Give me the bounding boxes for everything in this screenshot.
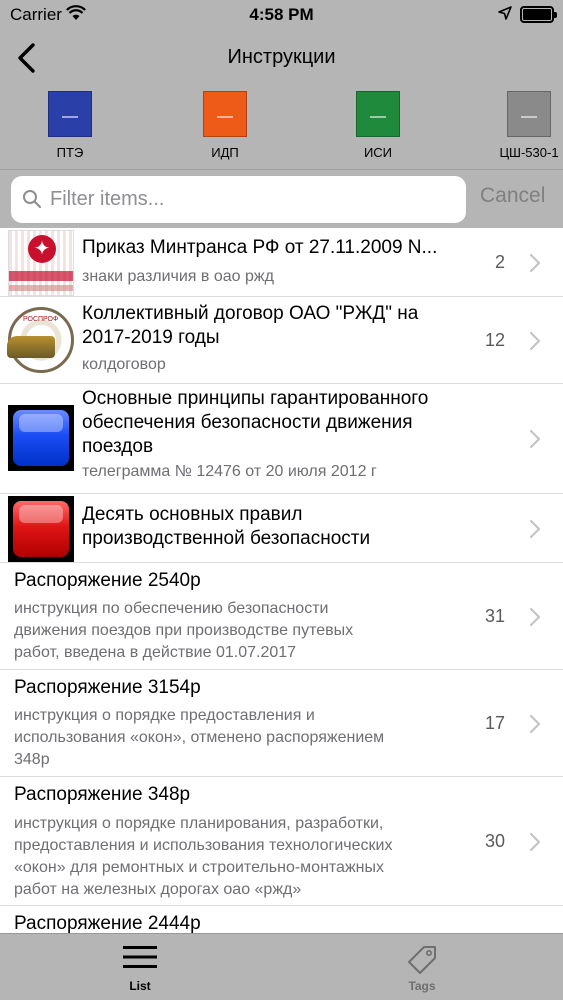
list-item-title: производственной безопасности bbox=[82, 528, 371, 549]
instructions-list[interactable]: Приказ Минтранса РФ от 27.11.2009 N... зн… bbox=[0, 228, 563, 933]
orders-emblem-icon bbox=[8, 230, 74, 296]
list-item-subtitle: 348р bbox=[14, 751, 50, 768]
red-square-icon bbox=[8, 496, 74, 562]
status-bar: Carrier 4:58 PM bbox=[0, 0, 563, 30]
list-item[interactable]: Приказ Минтранса РФ от 27.11.2009 N... зн… bbox=[0, 228, 563, 297]
list-item-title: Распоряжение 2444р bbox=[14, 913, 201, 933]
cancel-button[interactable]: Cancel bbox=[480, 184, 545, 208]
list-item-subtitle: использования «окон», отменено распоряже… bbox=[14, 729, 385, 746]
blue-square-icon bbox=[8, 405, 74, 471]
doc-strip-label: ИСИ bbox=[363, 145, 393, 160]
list-item-subtitle: работ на железных дорогах оао «ржд» bbox=[14, 881, 302, 898]
document-strip: ПТЭ ИДП ИСИ ЦШ-530-1 bbox=[0, 87, 563, 169]
doc-strip-label: ЦШ-530-1 bbox=[499, 145, 559, 160]
list-item[interactable]: Распоряжение 3154р инструкция о порядке п… bbox=[0, 670, 563, 777]
list-item-title: Распоряжение 3154р bbox=[14, 677, 201, 698]
list-item-subtitle: «окон» для ремонтных и строительно-монта… bbox=[14, 859, 384, 876]
search-row: Cancel bbox=[0, 169, 563, 228]
list-item[interactable]: Основные принципы гарантированного обеспе… bbox=[0, 384, 563, 494]
status-time: 4:58 PM bbox=[249, 5, 314, 24]
list-item-title: Распоряжение 2540р bbox=[14, 570, 201, 591]
list-item-subtitle: инструкция по обеспечению безопасности bbox=[14, 600, 329, 617]
chevron-right-icon bbox=[529, 253, 541, 272]
list-item-title: обеспечения безопасности движения bbox=[82, 412, 413, 433]
chevron-right-icon bbox=[529, 607, 541, 626]
item-count-badge: 12 bbox=[484, 329, 505, 350]
item-count-badge: 17 bbox=[484, 712, 505, 733]
search-icon bbox=[23, 190, 42, 209]
list-item-subtitle: телеграмма № 12476 от 20 июля 2012 г bbox=[82, 463, 377, 480]
list-item-subtitle: колдоговор bbox=[82, 356, 166, 373]
list-item-title: Распоряжение 348р bbox=[14, 784, 191, 805]
list-item-title: Приказ Минтранса РФ от 27.11.2009 N... bbox=[82, 237, 438, 258]
search-field[interactable] bbox=[11, 176, 466, 223]
doc-strip-item[interactable]: ПТЭ bbox=[10, 89, 130, 167]
tab-list[interactable]: List bbox=[70, 934, 210, 1000]
chevron-right-icon bbox=[529, 519, 541, 538]
document-cover-icon bbox=[507, 91, 551, 137]
tab-tags[interactable]: Tags bbox=[352, 934, 492, 1000]
tag-icon bbox=[408, 946, 436, 974]
page-title: Инструкции bbox=[227, 46, 336, 68]
list-item[interactable]: Распоряжение 2444р bbox=[0, 906, 563, 933]
list-item-subtitle: знаки различия в оао ржд bbox=[82, 268, 274, 285]
list-item[interactable]: РОСПРОФ Коллективный договор ОАО "РЖД" на… bbox=[0, 297, 563, 384]
chevron-right-icon bbox=[529, 832, 541, 851]
doc-strip-item[interactable]: ЦШ-530-1 bbox=[469, 89, 563, 167]
chevron-right-icon bbox=[529, 429, 541, 449]
doc-strip-label: ПТЭ bbox=[56, 145, 84, 160]
list-item-subtitle: предоставления и использования технологи… bbox=[14, 837, 393, 854]
document-cover-icon bbox=[48, 91, 92, 137]
item-count-badge: 2 bbox=[494, 251, 505, 272]
list-icon bbox=[123, 946, 157, 968]
chevron-right-icon bbox=[529, 714, 541, 733]
tab-list-label: List bbox=[129, 979, 151, 993]
search-input[interactable] bbox=[50, 184, 450, 214]
list-item-title: Коллективный договор ОАО "РЖД" на bbox=[82, 303, 419, 324]
battery-icon bbox=[520, 6, 557, 23]
item-count-badge: 31 bbox=[484, 605, 505, 626]
doc-strip-label: ИДП bbox=[211, 145, 239, 160]
list-item-title: Основные принципы гарантированного bbox=[82, 388, 429, 409]
list-item-subtitle: движения поездов при производстве путевы… bbox=[14, 622, 354, 639]
item-count-badge: 30 bbox=[484, 830, 505, 851]
list-item[interactable]: Десять основных правил производственной б… bbox=[0, 494, 563, 563]
list-item-title: Десять основных правил bbox=[82, 504, 303, 525]
document-cover-icon bbox=[356, 91, 400, 137]
location-arrow-icon bbox=[498, 6, 512, 20]
doc-strip-item[interactable]: ИДП bbox=[165, 89, 285, 167]
list-item[interactable]: Распоряжение 348р инструкция о порядке пл… bbox=[0, 777, 563, 906]
tab-tags-label: Tags bbox=[408, 979, 436, 993]
list-item-subtitle: работ, введена в действие 01.07.2017 bbox=[14, 644, 297, 661]
chevron-right-icon bbox=[529, 331, 541, 350]
tab-bar: List Tags bbox=[0, 933, 563, 1000]
list-item-title: 2017-2019 годы bbox=[82, 327, 220, 348]
doc-strip-item[interactable]: ИСИ bbox=[318, 89, 438, 167]
list-item-title: поездов bbox=[82, 436, 154, 457]
list-item-subtitle: инструкция о порядке планирования, разра… bbox=[14, 815, 384, 832]
document-cover-icon bbox=[203, 91, 247, 137]
list-item-subtitle: инструкция о порядке предоставления и bbox=[14, 707, 315, 724]
navigation-bar: Инструкции bbox=[0, 30, 563, 87]
union-emblem-icon: РОСПРОФ bbox=[7, 307, 74, 373]
list-item[interactable]: Распоряжение 2540р инструкция по обеспече… bbox=[0, 563, 563, 670]
